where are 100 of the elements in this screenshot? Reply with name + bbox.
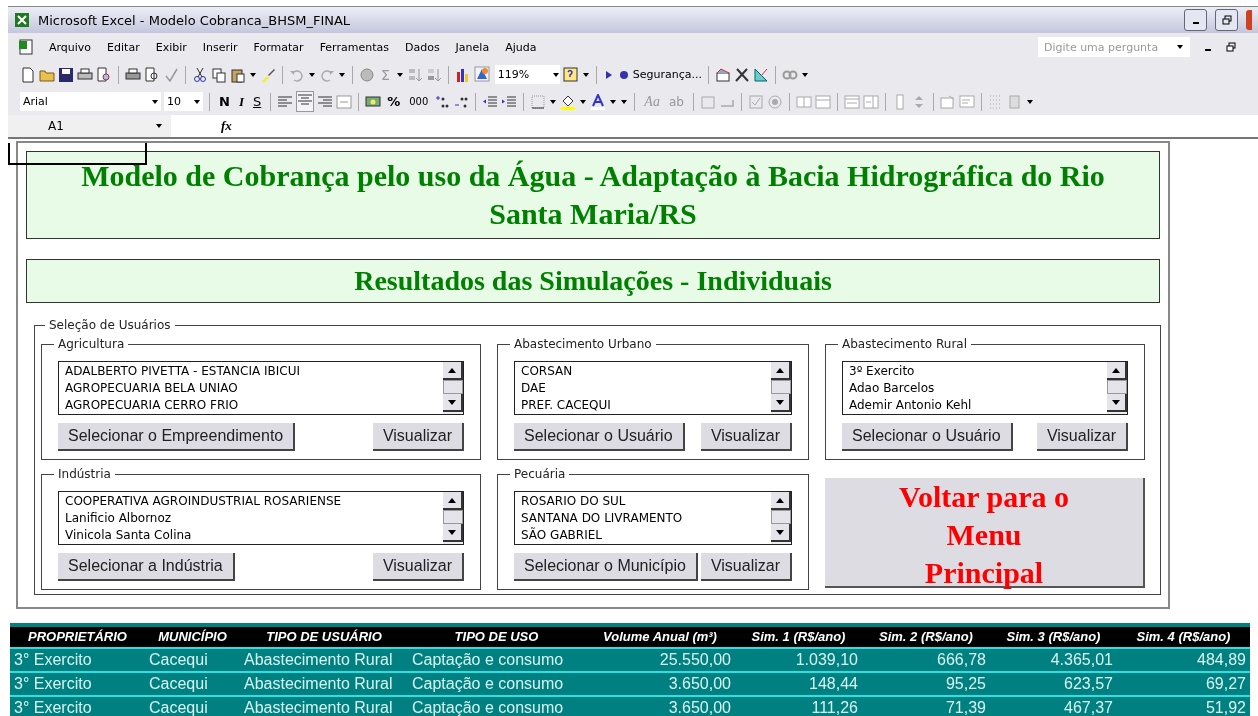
menu-item[interactable]: Arquivo bbox=[48, 38, 93, 56]
scroll-thumb[interactable] bbox=[771, 380, 791, 394]
list-box[interactable]: CORSAN DAE PREF. CACEQUI bbox=[514, 361, 792, 415]
caret-icon[interactable] bbox=[395, 70, 404, 79]
list-item[interactable]: SANTANA DO LIVRAMENTO bbox=[521, 510, 765, 527]
restore-button[interactable] bbox=[1215, 9, 1238, 31]
scroll-thumb[interactable] bbox=[1107, 380, 1127, 394]
record-icon[interactable] bbox=[617, 68, 630, 81]
checkbox-icon[interactable] bbox=[747, 93, 764, 110]
fill-bucket-icon[interactable] bbox=[560, 93, 577, 110]
scroll-down-button[interactable] bbox=[443, 394, 463, 412]
menu-item[interactable]: Exibir bbox=[154, 38, 188, 56]
font-size-field[interactable]: 10 bbox=[164, 92, 203, 111]
increase-decimal-icon[interactable] bbox=[434, 93, 451, 110]
drawing-icon[interactable] bbox=[473, 65, 492, 84]
caret-icon[interactable] bbox=[155, 122, 163, 130]
restore-icon[interactable] bbox=[1226, 42, 1236, 52]
list-item[interactable]: COOPERATIVA AGROINDUSTRIAL ROSARIENSE bbox=[65, 493, 437, 510]
new-document-icon[interactable] bbox=[20, 66, 36, 83]
italic-button[interactable]: I bbox=[235, 93, 247, 110]
radio-button-icon[interactable] bbox=[766, 93, 783, 110]
bar-chart-icon[interactable] bbox=[454, 66, 471, 83]
font-color-icon[interactable] bbox=[590, 93, 607, 110]
printer-icon[interactable] bbox=[125, 66, 141, 83]
list-item[interactable]: Vinicola Santa Colina bbox=[65, 527, 437, 544]
select-button[interactable]: Selecionar o Usuário bbox=[842, 423, 1013, 451]
font-field[interactable]: Arial bbox=[20, 92, 161, 111]
scroll-up-button[interactable] bbox=[771, 492, 791, 510]
view-button[interactable]: Visualizar bbox=[700, 553, 792, 581]
list-item[interactable]: 3º Exercito bbox=[849, 363, 1101, 380]
list-item[interactable]: PREF. CACEQUI bbox=[521, 397, 765, 414]
menu-item[interactable]: Formatar bbox=[252, 38, 305, 56]
caret-icon[interactable] bbox=[579, 97, 588, 106]
save-icon[interactable] bbox=[58, 66, 74, 83]
list-item[interactable]: CORSAN bbox=[521, 363, 765, 380]
scroll-down-button[interactable] bbox=[771, 394, 791, 412]
caret-icon[interactable] bbox=[193, 97, 201, 106]
select-button[interactable]: Selecionar o Empreendimento bbox=[58, 423, 296, 451]
print-preview-icon[interactable] bbox=[144, 66, 160, 83]
list-box[interactable]: COOPERATIVA AGROINDUSTRIAL ROSARIENSE Lanificio Albornoz Vinicola Santa Colina bbox=[58, 491, 464, 545]
menu-item[interactable]: Janela bbox=[454, 38, 491, 56]
merge-cells-icon[interactable] bbox=[336, 93, 353, 110]
list-item[interactable]: DAE bbox=[521, 380, 765, 397]
scroll-down-button[interactable] bbox=[771, 524, 791, 542]
spell-check-icon[interactable] bbox=[163, 66, 179, 83]
list-item[interactable]: Adao Barcelos bbox=[849, 380, 1101, 397]
help-icon[interactable] bbox=[562, 66, 579, 83]
magnifier-document-icon[interactable] bbox=[96, 66, 112, 83]
scroll-thumb[interactable] bbox=[443, 510, 463, 524]
thousands-button[interactable]: 000 bbox=[406, 96, 432, 107]
caret-icon[interactable] bbox=[581, 70, 590, 79]
question-field[interactable]: Digite uma pergunta bbox=[1038, 37, 1190, 57]
caret-icon[interactable] bbox=[801, 70, 810, 79]
scroll-up-button[interactable] bbox=[1107, 362, 1127, 380]
view-button[interactable]: Visualizar bbox=[372, 553, 464, 581]
currency-icon[interactable] bbox=[365, 93, 382, 110]
caret-icon[interactable] bbox=[249, 70, 257, 79]
menu-item[interactable]: Ajuda bbox=[504, 38, 538, 56]
caret-icon[interactable] bbox=[151, 97, 159, 106]
menu-item[interactable]: Editar bbox=[106, 38, 141, 56]
select-button[interactable]: Selecionar o Município bbox=[514, 553, 698, 581]
list-item[interactable]: AGROPECUARIA BELA UNIAO bbox=[65, 380, 437, 397]
clipboard-icon[interactable] bbox=[230, 66, 246, 83]
scroll-thumb[interactable] bbox=[771, 510, 791, 524]
align-right-icon[interactable] bbox=[317, 93, 334, 110]
select-button[interactable]: Selecionar o Usuário bbox=[514, 423, 685, 451]
name-box[interactable]: A1 bbox=[8, 115, 171, 137]
increase-indent-icon[interactable] bbox=[501, 93, 518, 110]
list-item[interactable]: ROSARIO DO SUL bbox=[521, 493, 765, 510]
scroll-up-button[interactable] bbox=[443, 492, 463, 510]
list-box[interactable]: ADALBERTO PIVETTA - ESTANCIA IBICUI AGROPECUARIA BELA UNIAO AGROPECUARIA CERRO FRIO bbox=[58, 361, 464, 415]
list-item[interactable]: SÃO GABRIEL bbox=[521, 527, 765, 544]
scroll-down-button[interactable] bbox=[443, 524, 463, 542]
view-button[interactable]: Visualizar bbox=[700, 423, 792, 451]
toolbox-icon[interactable] bbox=[715, 66, 732, 83]
underline-button[interactable]: S bbox=[249, 94, 265, 109]
list-box[interactable]: 3º Exercito Adao Barcelos Ademir Antonio Kehl bbox=[842, 361, 1128, 415]
scroll-up-button[interactable] bbox=[771, 362, 791, 380]
view-button[interactable]: Visualizar bbox=[372, 423, 464, 451]
function-label[interactable]: fx bbox=[221, 118, 232, 134]
workbook-icon[interactable] bbox=[18, 39, 34, 55]
align-left-icon[interactable] bbox=[277, 93, 294, 110]
decrease-indent-icon[interactable] bbox=[482, 93, 499, 110]
scroll-up-button[interactable] bbox=[443, 362, 463, 380]
caret-icon[interactable] bbox=[338, 70, 346, 79]
align-center-button[interactable] bbox=[296, 91, 315, 112]
bold-button[interactable]: N bbox=[216, 94, 233, 109]
borders-icon[interactable] bbox=[530, 93, 547, 110]
list-box[interactable]: ROSARIO DO SUL SANTANA DO LIVRAMENTO SÃO GABRIEL bbox=[514, 491, 792, 545]
view-button[interactable]: Visualizar bbox=[1036, 423, 1128, 451]
list-item[interactable]: Ademir Antonio Kehl bbox=[849, 397, 1101, 414]
list-item[interactable]: AGROPECUARIA CERRO FRIO bbox=[65, 397, 437, 414]
caret-icon[interactable] bbox=[1025, 97, 1034, 106]
menu-item[interactable]: Inserir bbox=[201, 38, 239, 56]
percent-button[interactable]: % bbox=[384, 94, 404, 109]
scroll-down-button[interactable] bbox=[1107, 394, 1127, 412]
minimize-button[interactable] bbox=[1184, 9, 1207, 31]
caret-icon[interactable] bbox=[1176, 43, 1184, 51]
menu-item[interactable]: Ferramentas bbox=[318, 38, 390, 56]
security-button[interactable]: Segurança... bbox=[632, 68, 703, 81]
